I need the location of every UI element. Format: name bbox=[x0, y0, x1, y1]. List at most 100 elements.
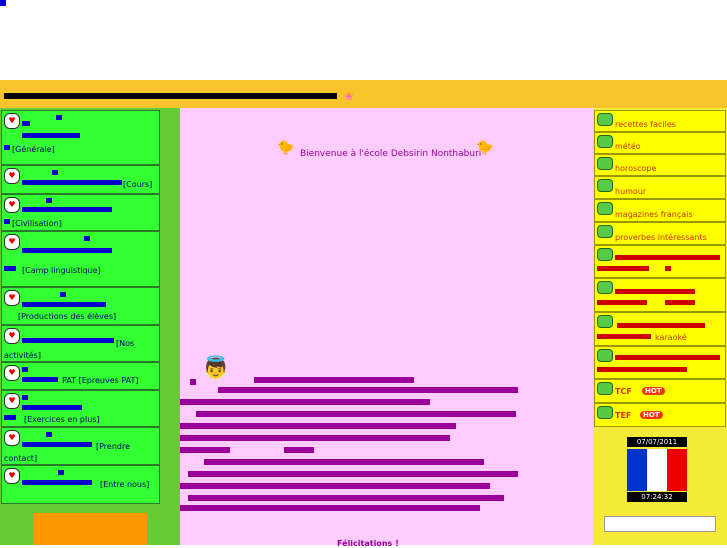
frog-icon bbox=[597, 382, 613, 395]
right-item-label: karaoké bbox=[655, 333, 687, 342]
sidebar-item-civilisation[interactable]: ♥ [Civilisation] bbox=[1, 194, 160, 231]
sidebar-item-productions[interactable]: ♥ [Productions des élèves] bbox=[1, 287, 160, 325]
hello-kitty-icon: ♥ bbox=[4, 234, 20, 250]
sidebar-item-label: PAT [Epreuves PAT] bbox=[62, 376, 139, 385]
input-box[interactable] bbox=[604, 516, 716, 532]
right-item-thai-1[interactable] bbox=[594, 245, 726, 278]
welcome-text: Bienvenue à l'école Debsirin Nonthaburi bbox=[300, 149, 482, 159]
duck-icon: 🐤 bbox=[476, 140, 494, 156]
glyph-block bbox=[180, 483, 490, 489]
sidebar-item-label: [Exercices en plus] bbox=[24, 415, 100, 424]
frog-icon bbox=[597, 225, 613, 238]
right-item-thai-3[interactable] bbox=[594, 346, 726, 379]
sidebar-item-camp-linguistique[interactable]: ♥ [Camp linguistique] bbox=[1, 231, 160, 287]
glyph-block bbox=[22, 395, 28, 400]
sidebar-item-label: [Productions des élèves] bbox=[18, 312, 117, 321]
glyph-block bbox=[284, 447, 314, 453]
time-display: 07:24:32 bbox=[627, 492, 687, 502]
glyph-block bbox=[180, 399, 430, 405]
flag-stripe-white bbox=[647, 449, 667, 491]
glyph-block bbox=[597, 334, 651, 339]
right-item-tef[interactable]: TEF HOT bbox=[594, 403, 726, 427]
right-item-label: météo bbox=[615, 142, 641, 151]
sidebar-item-prendre-contact[interactable]: ♥ [Prendre contact] bbox=[1, 427, 160, 465]
hello-kitty-icon: ♥ bbox=[4, 197, 20, 213]
right-item-magazines[interactable]: magazines français bbox=[594, 199, 726, 222]
right-item-recettes[interactable]: recettes faciles bbox=[594, 110, 726, 132]
frog-icon bbox=[597, 135, 613, 148]
glyph-block bbox=[22, 180, 122, 185]
glyph-block bbox=[52, 170, 58, 175]
sidebar-item-entre-nous[interactable]: ♥ [Entre nous] bbox=[1, 465, 160, 504]
sidebar-item-label: [Nos activités] bbox=[4, 339, 135, 360]
frog-icon bbox=[597, 248, 613, 261]
sidebar-item-pat[interactable]: ♥ PAT [Epreuves PAT] bbox=[1, 362, 160, 390]
right-item-tcf[interactable]: TCF HOT bbox=[594, 379, 726, 403]
sidebar-item-label: [Civilisation] bbox=[12, 219, 62, 228]
glyph-block bbox=[180, 423, 456, 429]
banner-glyph-blocks bbox=[4, 93, 337, 99]
orange-block bbox=[34, 513, 147, 545]
glyph-block bbox=[22, 405, 82, 410]
felicitations-text: Félicitations ! bbox=[337, 539, 399, 548]
glyph-block bbox=[188, 471, 518, 477]
flag-stripe-blue bbox=[627, 449, 647, 491]
sidebar-item-label: [Générale] bbox=[12, 145, 55, 154]
right-item-label: TEF bbox=[615, 411, 632, 420]
glyph-block bbox=[597, 367, 687, 372]
duck-icon: 🐤 bbox=[277, 140, 295, 156]
frog-icon bbox=[597, 113, 613, 126]
sidebar-item-cours[interactable]: ♥ [Cours] bbox=[1, 165, 160, 194]
hot-badge-text: HOT bbox=[642, 387, 665, 395]
hot-badge-text: HOT bbox=[640, 411, 663, 419]
glyph-block bbox=[22, 377, 58, 382]
right-item-thai-2[interactable] bbox=[594, 278, 726, 312]
glyph-block bbox=[58, 470, 64, 475]
sidebar-item-label: [Prendre contact] bbox=[4, 442, 131, 463]
right-item-horoscope[interactable]: horoscope bbox=[594, 154, 726, 176]
right-item-proverbes[interactable]: proverbes intéressants bbox=[594, 222, 726, 245]
sidebar-item-label: [Cours] bbox=[123, 180, 153, 189]
hello-kitty-icon: ♥ bbox=[4, 168, 20, 184]
glyph-block bbox=[254, 377, 414, 383]
glyph-block bbox=[615, 255, 720, 260]
glyph-block bbox=[4, 219, 10, 224]
frog-icon bbox=[597, 281, 613, 294]
hot-badge: HOT bbox=[637, 410, 663, 419]
glyph-block bbox=[665, 266, 671, 271]
right-item-label: humour bbox=[615, 187, 647, 196]
hot-badge: HOT bbox=[639, 386, 665, 395]
right-item-meteo[interactable]: météo bbox=[594, 132, 726, 154]
glyph-block bbox=[22, 133, 80, 138]
glyph-block bbox=[665, 300, 695, 305]
glyph-block bbox=[188, 495, 504, 501]
frog-icon bbox=[597, 157, 613, 170]
sidebar-item-generale[interactable]: ♥ [Générale] bbox=[1, 110, 160, 165]
sidebar-item-exercices[interactable]: ♥ [Exercices en plus] bbox=[1, 390, 160, 427]
right-item-label: magazines français bbox=[615, 210, 693, 219]
glyph-block bbox=[22, 367, 28, 372]
banner-title-glyphs bbox=[4, 91, 344, 101]
hello-kitty-icon: ♥ bbox=[4, 113, 20, 129]
hello-kitty-icon: ♥ bbox=[4, 290, 20, 306]
glyph-block bbox=[22, 207, 112, 212]
frog-icon bbox=[597, 406, 613, 419]
glyph-block bbox=[46, 432, 52, 437]
glyph-block bbox=[597, 266, 649, 271]
sidebar-item-nos-activites[interactable]: ♥ [Nos activités] bbox=[1, 325, 160, 362]
flower-icon: ❀ bbox=[344, 90, 354, 103]
glyph-block bbox=[617, 323, 705, 328]
glyph-block bbox=[22, 121, 30, 126]
flag-stripe-red bbox=[667, 449, 687, 491]
frog-icon bbox=[597, 349, 613, 362]
thai-text-block bbox=[180, 375, 593, 535]
glyph-block bbox=[190, 379, 196, 385]
right-item-humour[interactable]: humour bbox=[594, 176, 726, 199]
glyph-block bbox=[84, 236, 90, 241]
glyph-block bbox=[56, 115, 62, 120]
glyph-block bbox=[180, 435, 450, 441]
right-item-karaoke[interactable]: karaoké bbox=[594, 312, 726, 346]
glyph-block bbox=[204, 459, 484, 465]
glyph-block bbox=[60, 292, 66, 297]
france-flag-icon bbox=[627, 449, 687, 491]
